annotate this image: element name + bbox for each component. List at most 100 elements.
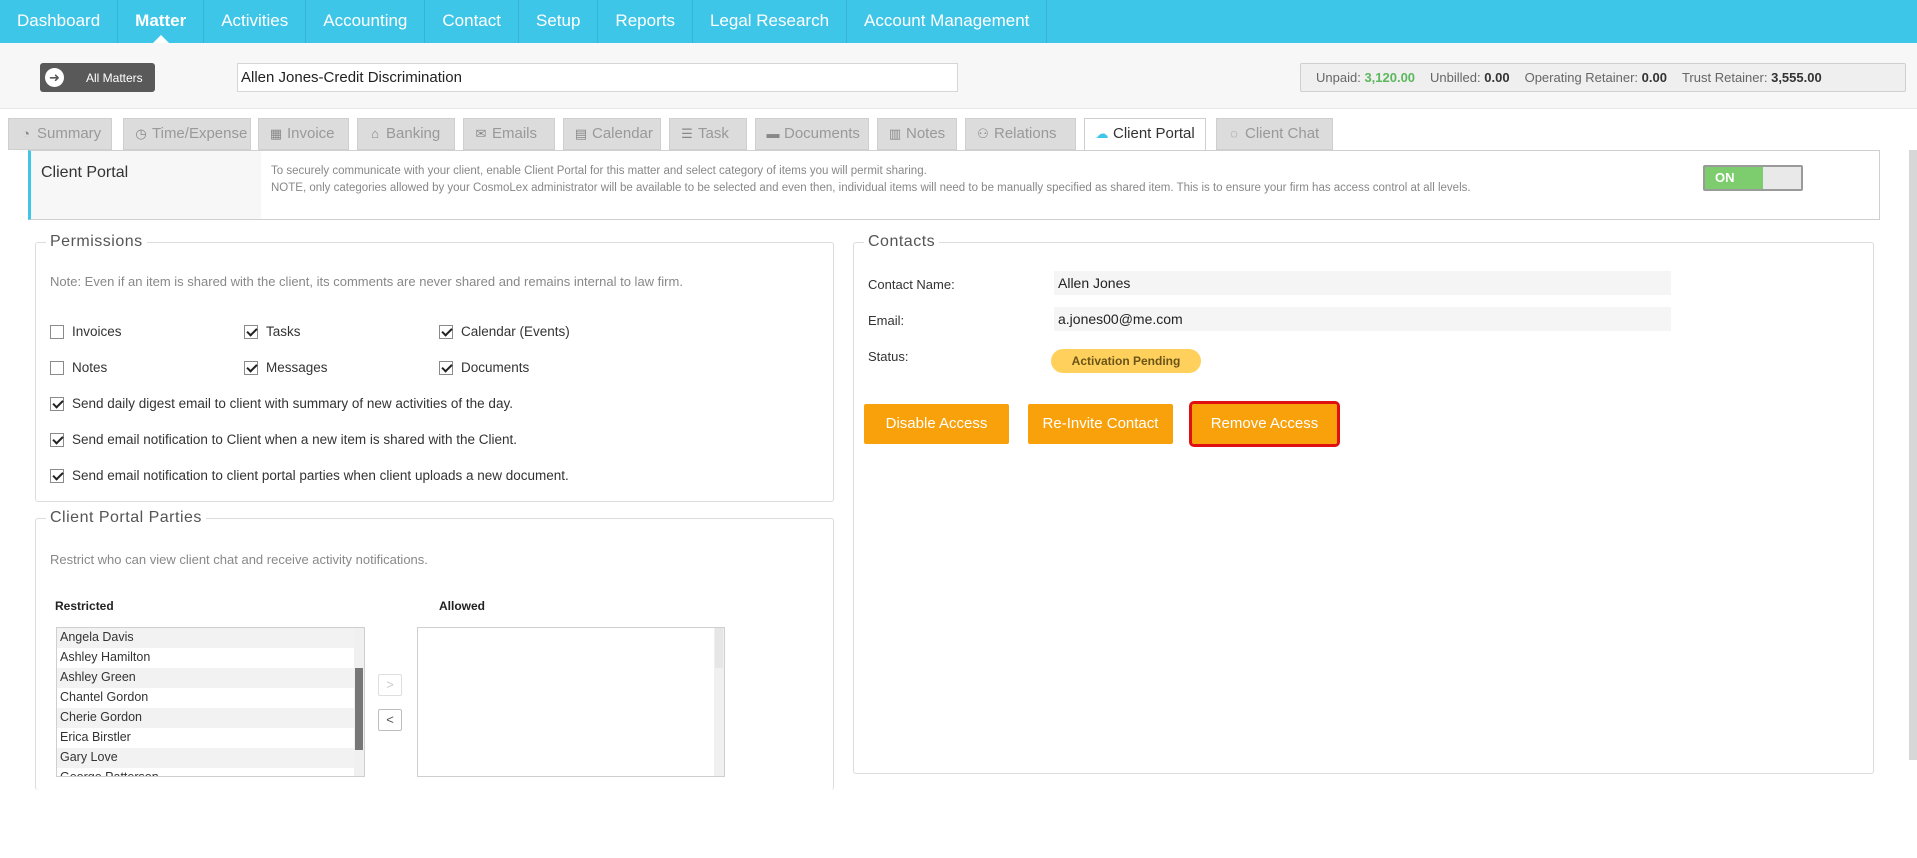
permission-calendar-events-checkbox[interactable]: Calendar (Events) — [439, 324, 570, 339]
all-matters-button[interactable]: ➜ All Matters — [40, 63, 155, 92]
permission-notes-checkbox[interactable]: Notes — [50, 360, 107, 375]
envelope-icon: ✉ — [475, 126, 487, 141]
clock-icon: ◷ — [135, 126, 147, 141]
calculator-icon: ▦ — [269, 126, 283, 141]
nav-account-management[interactable]: Account Management — [847, 0, 1048, 43]
client-portal-icon: ☁ — [1095, 126, 1109, 141]
unbilled-amount: Unbilled: 0.00 — [1430, 70, 1510, 85]
restricted-list-scrollbar[interactable] — [354, 628, 364, 776]
permissions-panel: Permissions Note: Even if an item is sha… — [35, 233, 834, 502]
nav-matter[interactable]: Matter — [118, 0, 205, 43]
checkbox-label: Send daily digest email to client with s… — [72, 396, 513, 411]
calendar-icon: ▤ — [574, 126, 588, 141]
tab-documents[interactable]: ▬ Documents — [755, 118, 869, 150]
checkbox-box[interactable] — [50, 396, 64, 411]
tab-client-chat[interactable]: ◌ Client Chat — [1216, 118, 1333, 150]
client-portal-header: Client Portal To securely communicate wi… — [28, 150, 1880, 220]
tab-relations[interactable]: ⚇ Relations — [965, 118, 1076, 150]
list-item[interactable]: Ashley Hamilton — [57, 648, 364, 668]
all-matters-label: All Matters — [86, 70, 143, 85]
client-portal-toggle[interactable]: ON — [1703, 165, 1803, 191]
email-label: Email: — [868, 313, 905, 328]
checkbox-label: Invoices — [72, 324, 122, 339]
financial-summary: Unpaid: 3,120.00 Unbilled: 0.00 Operatin… — [1300, 63, 1906, 92]
tab-client-portal[interactable]: ☁ Client Portal — [1084, 118, 1206, 151]
list-item[interactable]: George Patterson — [57, 768, 364, 776]
permission-tasks-checkbox[interactable]: Tasks — [244, 324, 301, 339]
nav-contact[interactable]: Contact — [425, 0, 519, 43]
list-item[interactable]: Chantel Gordon — [57, 688, 364, 708]
tab-label: Summary — [37, 125, 102, 142]
tab-notes[interactable]: ▥ Notes — [877, 118, 957, 150]
list-item[interactable]: Ashley Green — [57, 668, 364, 688]
tab-task[interactable]: ☰ Task — [669, 118, 747, 150]
checkbox-label: Send email notification to client portal… — [72, 468, 569, 483]
checkbox-label: Notes — [72, 360, 108, 375]
checkbox-box[interactable] — [50, 432, 64, 447]
nav-activities[interactable]: Activities — [204, 0, 307, 43]
nav-legal-research[interactable]: Legal Research — [693, 0, 848, 43]
checkbox-label: Calendar (Events) — [461, 324, 570, 339]
email-value: a.jones00@me.com — [1054, 307, 1671, 331]
list-item[interactable]: Gary Love — [57, 748, 364, 768]
top-nav: Dashboard Matter Activities Accounting Conta… — [0, 0, 1056, 43]
disable-access-button[interactable]: Disable Access — [864, 404, 1009, 444]
tab-label: Emails — [492, 125, 538, 142]
tab-label: Task — [698, 125, 729, 142]
move-left-button[interactable]: < — [378, 709, 402, 731]
notification-option-checkbox[interactable]: Send daily digest email to client with s… — [50, 396, 513, 411]
nav-dashboard[interactable]: Dashboard — [0, 0, 119, 43]
page-scrollbar[interactable] — [1909, 150, 1917, 760]
nav-accounting[interactable]: Accounting — [306, 0, 426, 43]
checkbox-box[interactable] — [244, 324, 258, 339]
tab-time-expense[interactable]: ◷ Time/Expense — [123, 118, 251, 150]
contacts-panel: Contacts Contact Name: Allen Jones Email… — [853, 233, 1874, 774]
permission-messages-checkbox[interactable]: Messages — [244, 360, 328, 375]
list-item[interactable]: Erica Birstler — [57, 728, 364, 748]
list-item[interactable]: Cherie Gordon — [57, 708, 364, 728]
matter-header: ➜ All Matters Allen Jones-Credit Discrim… — [0, 43, 1917, 109]
client-portal-title: Client Portal — [31, 151, 261, 219]
move-right-button[interactable]: > — [378, 674, 402, 696]
checkbox-box[interactable] — [50, 468, 64, 483]
notification-option-checkbox[interactable]: Send email notification to Client when a… — [50, 432, 517, 447]
tab-label: Banking — [386, 125, 441, 142]
dashboard-icon: ◔ — [22, 126, 30, 141]
tab-label: Calendar — [592, 125, 653, 142]
trust-retainer-amount: Trust Retainer: 3,555.00 — [1681, 70, 1822, 85]
checkbox-label: Tasks — [266, 324, 301, 339]
allowed-list-scrollbar[interactable] — [714, 628, 724, 776]
nav-setup[interactable]: Setup — [519, 0, 599, 43]
permission-invoices-checkbox[interactable]: Invoices — [50, 324, 122, 339]
remove-access-button[interactable]: Remove Access — [1189, 401, 1340, 447]
notification-option-checkbox[interactable]: Send email notification to client portal… — [50, 468, 569, 483]
restricted-label: Restricted — [55, 599, 114, 613]
tab-label: Time/Expense — [152, 125, 248, 142]
tab-label: Notes — [906, 125, 946, 142]
tab-summary[interactable]: ◔ Summary — [8, 118, 112, 150]
checkbox-box[interactable] — [50, 324, 64, 339]
tab-calendar[interactable]: ▤ Calendar — [563, 118, 661, 150]
allowed-list[interactable] — [417, 627, 725, 777]
list-item[interactable]: Angela Davis — [57, 628, 364, 648]
nav-reports[interactable]: Reports — [598, 0, 693, 43]
tasks-icon: ☰ — [681, 126, 693, 141]
checkbox-box[interactable] — [439, 360, 453, 375]
contact-name-label: Contact Name: — [868, 277, 955, 292]
permissions-note: Note: Even if an item is shared with the… — [50, 274, 683, 289]
client-portal-description-line2: NOTE, only categories allowed by your Co… — [271, 182, 1471, 194]
client-portal-description-line1: To securely communicate with your client… — [271, 165, 927, 177]
permission-documents-checkbox[interactable]: Documents — [439, 360, 529, 375]
tab-banking[interactable]: ⌂ Banking — [357, 118, 455, 150]
tab-emails[interactable]: ✉ Emails — [463, 118, 555, 150]
tab-label: Documents — [784, 125, 860, 142]
reinvite-contact-button[interactable]: Re-Invite Contact — [1028, 404, 1173, 444]
checkbox-box[interactable] — [439, 324, 453, 339]
matter-name-input[interactable]: Allen Jones-Credit Discrimination — [237, 63, 958, 92]
checkbox-box[interactable] — [244, 360, 258, 375]
checkbox-box[interactable] — [50, 360, 64, 375]
restricted-list[interactable]: Angela Davis Ashley Hamilton Ashley Green C… — [56, 627, 365, 777]
tab-label: Client Portal — [1113, 125, 1195, 142]
checkbox-label: Send email notification to Client when a… — [72, 432, 517, 447]
tab-invoice[interactable]: ▦ Invoice — [258, 118, 349, 150]
